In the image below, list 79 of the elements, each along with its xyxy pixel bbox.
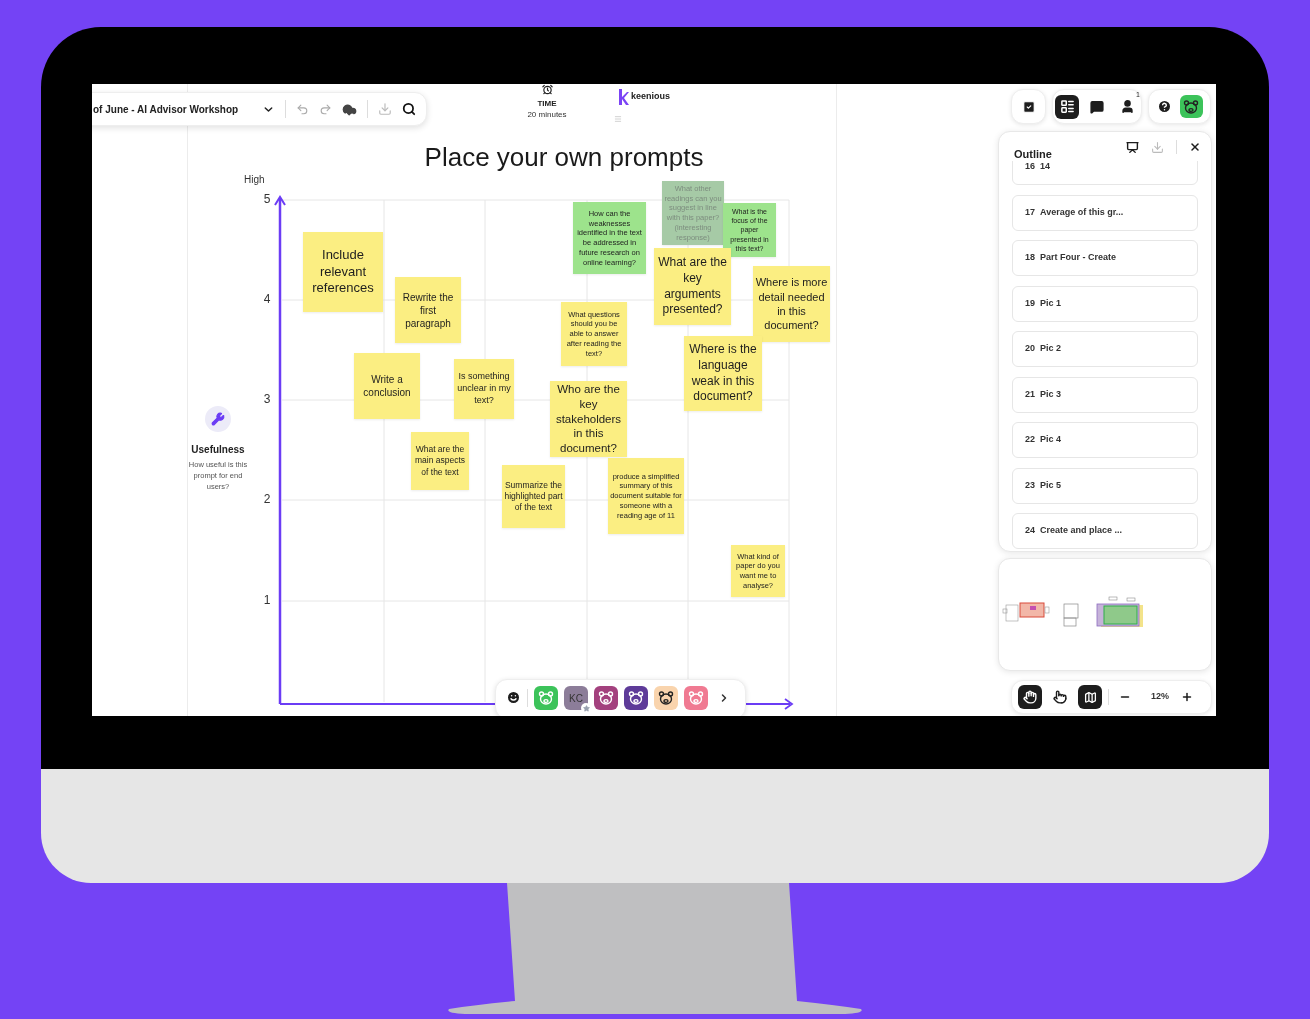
item-title: Pic 1	[1040, 296, 1062, 310]
close-icon[interactable]	[1189, 141, 1201, 153]
item-title: Create and place ...	[1040, 524, 1123, 538]
help-icon[interactable]	[1156, 99, 1172, 114]
animal-face-icon	[598, 690, 614, 706]
sticky-note[interactable]: What are the main aspects of the text	[411, 432, 469, 490]
outline-item[interactable]: 24 Create and place ...	[1012, 513, 1198, 549]
outline-item[interactable]: 22 Pic 4	[1012, 422, 1198, 458]
item-number: 20	[1025, 342, 1035, 356]
hand-icon	[1023, 690, 1037, 704]
item-title: Pic 3	[1040, 387, 1062, 401]
participant-avatar[interactable]	[654, 686, 678, 710]
pointer-icon	[1053, 690, 1067, 704]
item-title: Average of this gr...	[1040, 205, 1124, 219]
presentation-icon[interactable]	[1126, 140, 1139, 154]
participant-avatar[interactable]	[624, 686, 648, 710]
tick-label: 3	[262, 393, 272, 405]
person-icon	[1119, 99, 1135, 114]
cloud-check-icon[interactable]	[342, 101, 358, 117]
sticky-note[interactable]: Is something unclear in my text?	[454, 359, 514, 419]
sticky-note[interactable]: Rewrite the first paragraph	[395, 277, 461, 343]
item-number: 22	[1025, 433, 1035, 447]
item-title: Pic 5	[1040, 478, 1062, 492]
item-number: 16	[1025, 161, 1035, 174]
item-number: 24	[1025, 524, 1035, 538]
animal-face-icon	[658, 690, 674, 706]
list-icon	[1059, 99, 1075, 114]
sticky-note[interactable]: What are the key arguments presented?	[654, 248, 731, 325]
board-name[interactable]: of June - AI Advisor Workshop	[93, 101, 239, 117]
minimap-toggle[interactable]	[1078, 685, 1102, 709]
item-title: Part Four - Create	[1040, 251, 1117, 265]
hand-tool-button[interactable]	[1018, 685, 1042, 709]
chat-icon	[1090, 99, 1104, 114]
sticky-note[interactable]: Write a conclusion	[354, 353, 420, 419]
tick-label: 5	[262, 193, 272, 205]
outline-item[interactable]: 17 Average of this gr...	[1012, 194, 1198, 231]
sticky-note[interactable]: Who are the key stakeholders in this document?	[550, 381, 627, 457]
item-number: 21	[1025, 387, 1035, 401]
tick-label: 2	[262, 493, 272, 505]
search-icon[interactable]	[402, 102, 416, 116]
outline-item[interactable]: 19 Pic 1	[1012, 285, 1198, 322]
animal-face-icon	[688, 690, 704, 706]
timer-value: 20 minutes	[527, 109, 567, 120]
item-number: 18	[1025, 251, 1035, 265]
outline-button[interactable]	[1055, 94, 1079, 119]
outline-item[interactable]: 18 Part Four - Create	[1012, 240, 1198, 276]
animal-face-icon	[538, 690, 554, 706]
timer-icon	[541, 84, 553, 95]
sticky-note[interactable]: Summarize the highlighted part of the text	[502, 465, 565, 528]
outline-item[interactable]: 21 Pic 3	[1012, 376, 1198, 413]
board-title: Place your own prompts	[423, 144, 705, 170]
item-number: 19	[1025, 296, 1035, 310]
zoom-in-icon[interactable]	[1181, 691, 1193, 703]
item-number: 17	[1025, 205, 1035, 219]
item-title: 14	[1040, 161, 1051, 174]
animal-face-icon	[1183, 98, 1199, 115]
item-title: Pic 4	[1040, 433, 1062, 447]
tick-label: 1	[262, 594, 272, 606]
outline-item[interactable]: 20 Pic 2	[1012, 331, 1198, 367]
logo-text: keenious	[631, 90, 670, 104]
tick-label: 4	[262, 293, 272, 305]
logo-icon	[619, 89, 629, 105]
sticky-note[interactable]: Where is more detail needed in this document?	[753, 266, 830, 342]
sticky-note[interactable]: Include relevant references	[303, 232, 383, 312]
axis-label: High	[244, 173, 265, 187]
checkbox-icon[interactable]	[1021, 99, 1036, 114]
animal-face-icon	[628, 690, 644, 706]
zoom-level: 12%	[1151, 690, 1169, 704]
outline-item[interactable]: 23 Pic 5	[1012, 467, 1198, 504]
item-number: 23	[1025, 478, 1035, 492]
item-title: Pic 2	[1040, 342, 1062, 356]
criterion-name: Usefulness	[190, 443, 246, 457]
outline-title: Outline	[1014, 149, 1052, 160]
timer-label: TIME	[537, 99, 557, 109]
emoji-icon[interactable]	[506, 690, 521, 705]
map-icon	[1083, 690, 1097, 704]
user-avatar[interactable]	[1179, 95, 1203, 118]
sticky-note[interactable]: Where is the language weak in this document?	[684, 336, 762, 411]
outline-item[interactable]: 16 14	[1012, 161, 1198, 185]
